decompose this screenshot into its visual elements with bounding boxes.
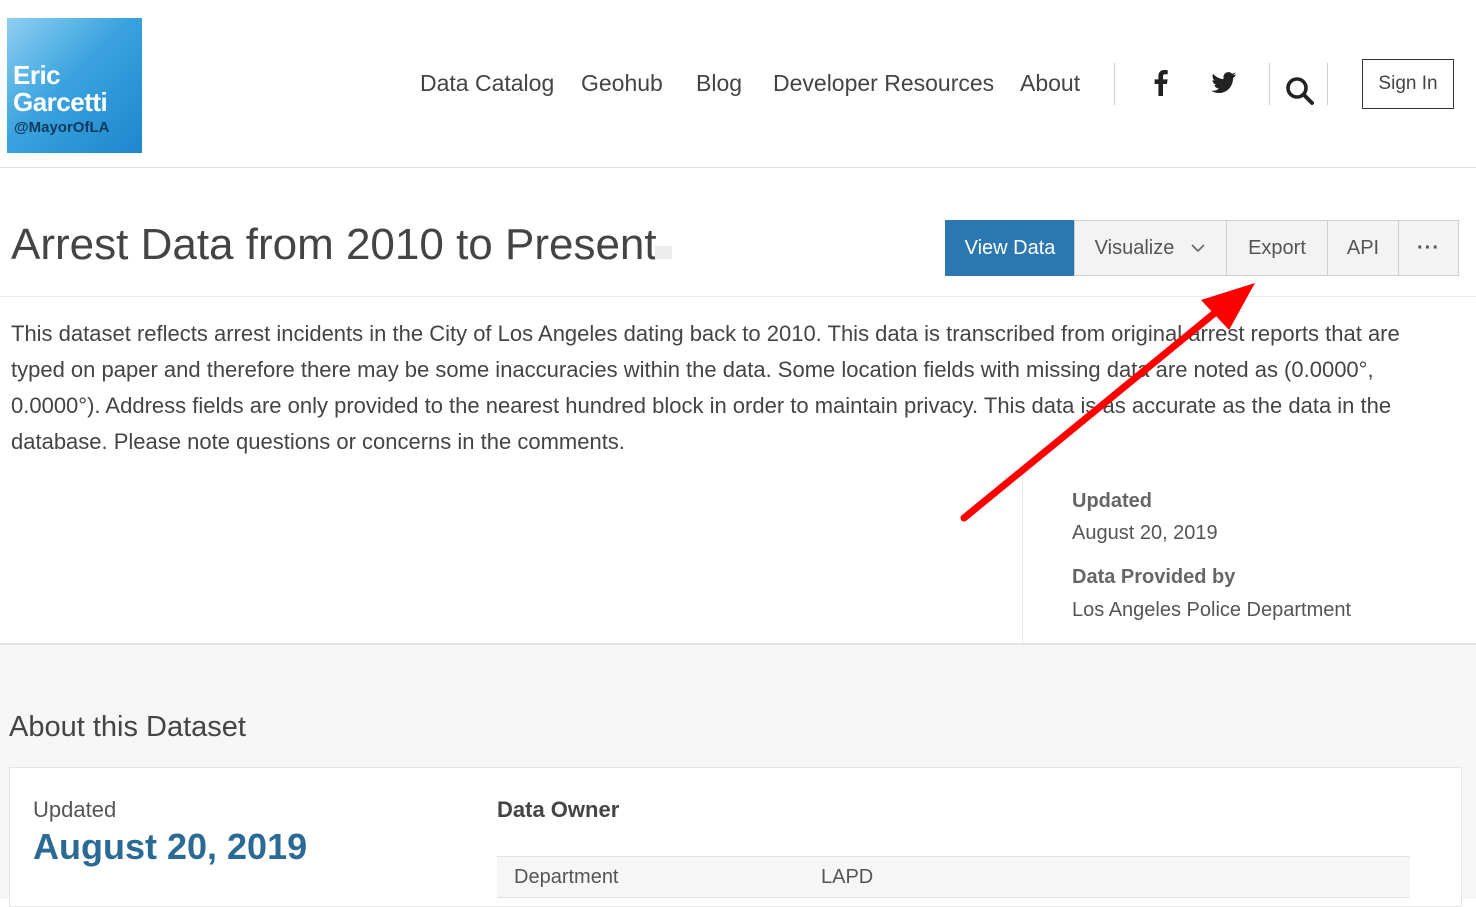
logo-line-2: Garcetti bbox=[13, 87, 108, 117]
api-label: API bbox=[1346, 236, 1380, 259]
search-icon[interactable] bbox=[1284, 75, 1316, 107]
page-title: Arrest Data from 2010 to Present bbox=[11, 220, 657, 269]
dataset-title-bar: Arrest Data from 2010 to Present View Da… bbox=[0, 168, 1476, 297]
chevron-down-icon bbox=[1191, 244, 1205, 253]
logo-handle: @MayorOfLA bbox=[14, 119, 110, 136]
data-owner-label: Data Owner bbox=[497, 797, 620, 822]
owner-row-value: LAPD bbox=[821, 866, 874, 888]
twitter-icon[interactable] bbox=[1208, 68, 1238, 98]
nav-data-catalog[interactable]: Data Catalog bbox=[420, 68, 554, 98]
view-data-label: View Data bbox=[964, 236, 1056, 259]
site-logo[interactable]: Eric Garcetti @MayorOfLA bbox=[7, 18, 142, 153]
data-owner-row: Department LAPD bbox=[497, 856, 1410, 898]
nav-blog[interactable]: Blog bbox=[696, 68, 742, 98]
nav-about[interactable]: About bbox=[1020, 68, 1080, 98]
api-button[interactable]: API bbox=[1327, 220, 1399, 276]
about-card: Updated August 20, 2019 Data Owner Depar… bbox=[9, 767, 1462, 907]
title-badge bbox=[655, 246, 672, 259]
more-icon: ··· bbox=[1417, 236, 1440, 259]
export-button[interactable]: Export bbox=[1226, 220, 1328, 276]
dataset-meta-sidebar: Updated August 20, 2019 Data Provided by… bbox=[1022, 470, 1476, 644]
owner-row-key: Department bbox=[514, 866, 619, 888]
about-updated-label: Updated bbox=[33, 797, 117, 822]
meta-provider-label: Data Provided by bbox=[1072, 566, 1236, 588]
about-section: About this Dataset Updated August 20, 20… bbox=[0, 643, 1476, 907]
about-updated-value: August 20, 2019 bbox=[33, 826, 308, 867]
view-data-button[interactable]: View Data bbox=[945, 220, 1075, 276]
facebook-icon[interactable] bbox=[1146, 68, 1176, 98]
export-label: Export bbox=[1248, 236, 1306, 259]
visualize-button[interactable]: Visualize bbox=[1074, 220, 1227, 276]
meta-updated-value: August 20, 2019 bbox=[1072, 522, 1218, 544]
visualize-label: Visualize bbox=[1094, 236, 1175, 259]
nav-divider bbox=[1114, 63, 1115, 105]
more-actions-button[interactable]: ··· bbox=[1398, 220, 1459, 276]
site-header: Eric Garcetti @MayorOfLA Data Catalog Ge… bbox=[0, 0, 1476, 168]
sign-in-button[interactable]: Sign In bbox=[1362, 59, 1454, 109]
logo-line-1: Eric bbox=[13, 60, 61, 90]
nav-geohub[interactable]: Geohub bbox=[581, 68, 663, 98]
search-divider-right bbox=[1327, 63, 1328, 105]
nav-developer-resources[interactable]: Developer Resources bbox=[773, 68, 994, 98]
search-divider-left bbox=[1269, 63, 1270, 105]
dataset-description: This dataset reflects arrest incidents i… bbox=[11, 321, 1400, 454]
meta-updated-label: Updated bbox=[1072, 490, 1152, 512]
dataset-actions: View Data Visualize Export API ··· bbox=[945, 220, 1459, 276]
meta-provider-value: Los Angeles Police Department bbox=[1072, 599, 1352, 621]
about-title: About this Dataset bbox=[9, 711, 246, 743]
